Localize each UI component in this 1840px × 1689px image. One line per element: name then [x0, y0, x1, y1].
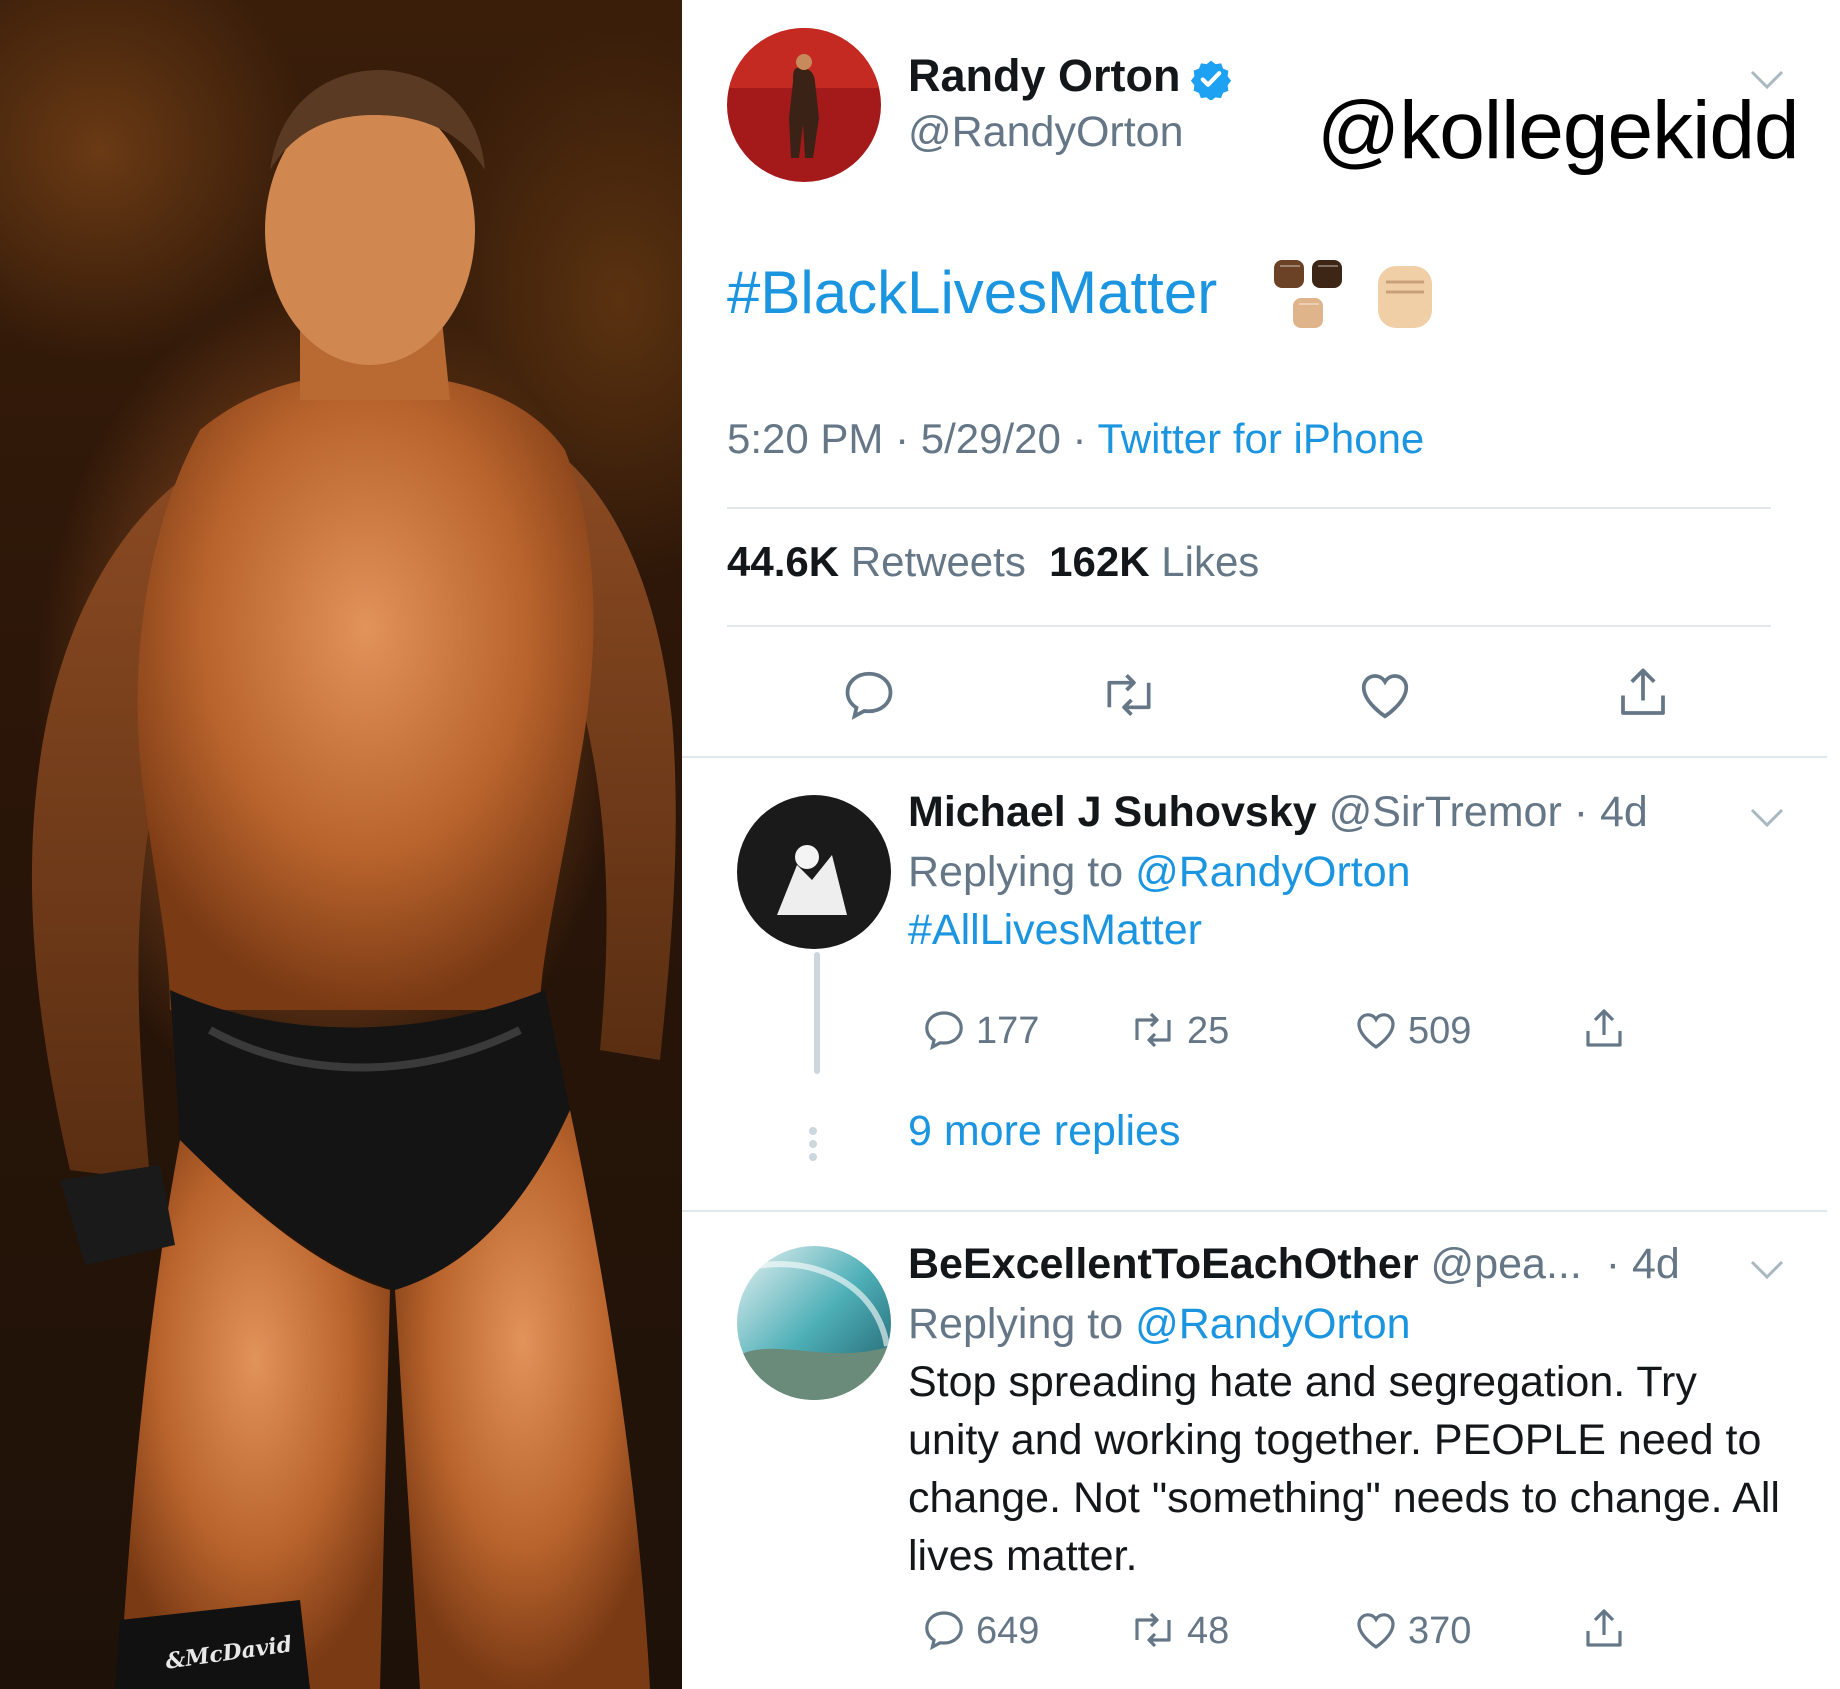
replying-to-handle[interactable]: @RandyOrton — [1135, 1300, 1411, 1348]
replying-to: Replying to @RandyOrton — [908, 848, 1411, 897]
share-icon[interactable] — [1580, 1004, 1628, 1054]
reply-avatar[interactable] — [737, 795, 891, 949]
wrestler-photo: &McDavid — [0, 0, 682, 1689]
reply-author-handle[interactable]: @pea... — [1431, 1240, 1582, 1288]
chevron-down-icon[interactable] — [1750, 1260, 1784, 1280]
like-count: 370 — [1408, 1610, 1472, 1652]
tweet-time: 5:20 PM — [727, 415, 884, 462]
author-handle[interactable]: @RandyOrton — [908, 108, 1184, 157]
thread-line — [814, 952, 820, 1074]
retweets-label[interactable]: Retweets — [851, 538, 1026, 585]
replying-to-handle[interactable]: @RandyOrton — [1135, 848, 1411, 896]
reply-count: 177 — [976, 1010, 1040, 1052]
tweet-source-link[interactable]: Twitter for iPhone — [1097, 415, 1424, 462]
retweet-icon[interactable] — [1127, 1006, 1179, 1054]
replying-to-label: Replying to — [908, 848, 1124, 896]
reply-count: 649 — [976, 1610, 1040, 1652]
divider — [727, 507, 1771, 509]
divider — [682, 756, 1827, 758]
replying-to: Replying to @RandyOrton — [908, 1300, 1411, 1349]
wrestler-figure — [31, 70, 676, 1689]
reply-author-handle[interactable]: @SirTremor — [1329, 788, 1562, 836]
tweet-date: 5/29/20 — [920, 415, 1061, 462]
like-icon[interactable] — [1352, 1006, 1400, 1054]
tweet-hashtag[interactable]: #BlackLivesMatter — [727, 258, 1217, 327]
reply-author-name[interactable]: BeExcellentToEachOther — [908, 1240, 1419, 1288]
chevron-down-icon[interactable] — [1750, 70, 1784, 90]
raised-fists-icon — [1274, 260, 1342, 328]
more-replies-link[interactable]: 9 more replies — [908, 1107, 1180, 1156]
reply-author: Michael J Suhovsky @SirTremor · 4d — [908, 788, 1648, 836]
like-count: 509 — [1408, 1010, 1472, 1052]
author-avatar[interactable] — [727, 28, 881, 182]
reply-avatar[interactable] — [737, 1246, 891, 1400]
retweet-icon[interactable] — [1097, 665, 1161, 725]
thread-dots — [809, 1127, 817, 1166]
reply-age: 4d — [1631, 1240, 1680, 1288]
reply-text[interactable]: Stop spreading hate and segregation. Try… — [908, 1353, 1788, 1585]
reply-author-name[interactable]: Michael J Suhovsky — [908, 788, 1317, 836]
author-name[interactable]: Randy Orton — [908, 50, 1181, 102]
share-icon[interactable] — [1613, 662, 1673, 724]
likes-count[interactable]: 162K — [1049, 538, 1149, 585]
like-icon[interactable] — [1352, 1606, 1400, 1654]
retweet-icon[interactable] — [1127, 1606, 1179, 1654]
divider — [727, 625, 1771, 627]
tweet-timestamp: 5:20 PM · 5/29/20 · Twitter for iPhone — [727, 415, 1425, 462]
watermark-handle: @kollegekidd — [1317, 85, 1800, 176]
likes-label[interactable]: Likes — [1161, 538, 1259, 585]
reply-age: 4d — [1600, 788, 1648, 836]
divider — [682, 1210, 1827, 1212]
verified-badge-icon — [1190, 60, 1232, 100]
share-icon[interactable] — [1580, 1604, 1628, 1654]
reply-icon[interactable] — [920, 1606, 968, 1654]
tweet-panel: @kollegekidd Randy Orton @RandyOrton #Bl… — [682, 0, 1840, 1689]
retweet-count: 25 — [1187, 1010, 1230, 1052]
retweets-count[interactable]: 44.6K — [727, 538, 839, 585]
reply-icon[interactable] — [920, 1006, 968, 1054]
retweet-count: 48 — [1187, 1610, 1230, 1652]
tweet-stats: 44.6K Retweets 162K Likes — [727, 538, 1259, 586]
chevron-down-icon[interactable] — [1750, 808, 1784, 828]
replying-to-label: Replying to — [908, 1300, 1124, 1348]
reply-author: BeExcellentToEachOther @pea... · 4d — [908, 1240, 1680, 1288]
like-icon[interactable] — [1355, 665, 1415, 725]
raised-fist-icon — [1378, 266, 1432, 328]
reply-text[interactable]: #AllLivesMatter — [908, 906, 1202, 955]
reply-icon[interactable] — [839, 665, 899, 725]
